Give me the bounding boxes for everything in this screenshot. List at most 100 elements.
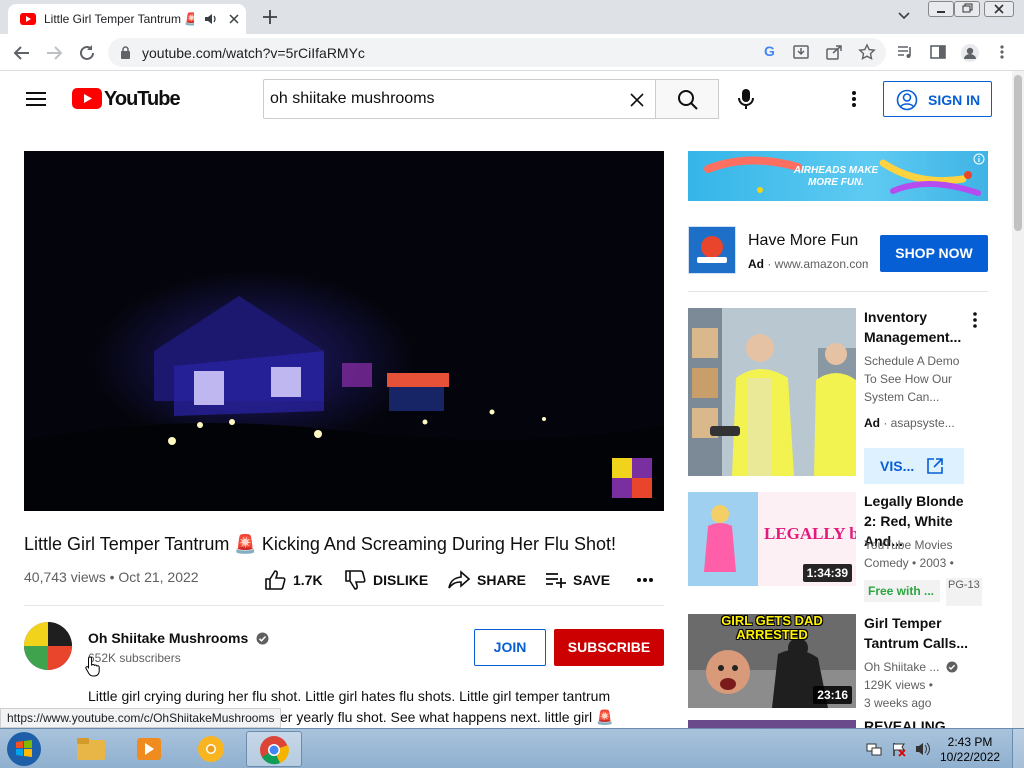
minimize-button[interactable] bbox=[928, 1, 954, 17]
share-label: SHARE bbox=[477, 572, 527, 588]
rec-thumbnail[interactable]: LEGALLY blonde 2 1:34:39 bbox=[688, 492, 856, 586]
browser-tab-strip: Little Girl Temper Tantrum 🚨 Kicking And… bbox=[0, 0, 1024, 34]
taskbar-chrome[interactable] bbox=[246, 731, 302, 767]
google-icon[interactable]: G bbox=[762, 43, 778, 59]
video-meta: 40,743 views • Oct 21, 2022 bbox=[24, 569, 199, 585]
search-button[interactable] bbox=[655, 79, 719, 119]
windows-taskbar: 2:43 PM 10/22/2022 bbox=[0, 728, 1024, 768]
rec-views: 129K views • bbox=[864, 678, 933, 692]
action-center-flag-icon[interactable] bbox=[891, 741, 907, 757]
dislike-button[interactable]: DISLIKE bbox=[344, 570, 434, 590]
show-desktop-button[interactable] bbox=[1012, 729, 1024, 768]
shop-now-button[interactable]: SHOP NOW bbox=[880, 235, 988, 272]
status-bar-url: https://www.youtube.com/c/OhShiitakeMush… bbox=[0, 708, 282, 728]
rec-title[interactable]: Girl Temper Tantrum Calls... bbox=[864, 613, 979, 653]
clock-date: 10/22/2022 bbox=[940, 750, 1001, 764]
reload-icon[interactable] bbox=[77, 43, 97, 63]
tab-close-icon[interactable] bbox=[228, 13, 240, 25]
search-box[interactable] bbox=[263, 79, 656, 119]
window-close-button[interactable] bbox=[984, 1, 1014, 17]
chevron-down-icon[interactable] bbox=[897, 10, 911, 22]
clear-search-icon[interactable] bbox=[630, 93, 644, 107]
speaker-icon[interactable] bbox=[204, 13, 218, 25]
youtube-logo[interactable]: YouTube bbox=[72, 88, 181, 110]
rec-advertiser: asapsyste... bbox=[890, 416, 955, 430]
microphone-icon[interactable] bbox=[738, 88, 754, 110]
ad-info-icon[interactable] bbox=[973, 153, 985, 165]
profile-avatar-icon[interactable] bbox=[960, 43, 980, 63]
add-to-playlist-icon bbox=[546, 573, 566, 588]
rec-thumbnail[interactable] bbox=[688, 720, 856, 728]
forward-arrow-icon[interactable] bbox=[44, 43, 64, 63]
ad-label: Ad bbox=[748, 257, 764, 271]
rec-channel[interactable]: Oh Shiitake ... bbox=[864, 658, 958, 676]
side-panel-icon[interactable] bbox=[929, 43, 947, 61]
browser-tab[interactable]: Little Girl Temper Tantrum 🚨 Kicking And… bbox=[8, 4, 246, 34]
ad-title: Have More Fun bbox=[748, 232, 859, 249]
bookmark-star-icon[interactable] bbox=[858, 43, 876, 61]
subscribe-button[interactable]: SUBSCRIBE bbox=[554, 629, 664, 666]
taskbar-clock[interactable]: 2:43 PM 10/22/2022 bbox=[940, 735, 1000, 765]
rec-thumbnail[interactable]: GIRL GETS DAD ARRESTED 23:16 bbox=[688, 614, 856, 708]
ad-banner-text: AIRHEADS MAKE MORE FUN. bbox=[793, 165, 879, 188]
taskbar-chrome-canary[interactable] bbox=[184, 731, 240, 767]
thumbnail-caption: GIRL GETS DAD ARRESTED bbox=[721, 614, 823, 642]
verified-check-icon bbox=[946, 661, 958, 673]
page-scrollbar[interactable] bbox=[1012, 71, 1024, 728]
channel-name[interactable]: Oh Shiitake Mushrooms bbox=[88, 630, 269, 646]
search-input[interactable] bbox=[270, 86, 610, 112]
search-icon bbox=[678, 90, 698, 110]
free-with-ads-badge: Free with ... bbox=[864, 580, 940, 602]
poster-title: LEGALLY blonde 2 bbox=[764, 524, 856, 543]
back-arrow-icon[interactable] bbox=[12, 43, 32, 63]
start-button[interactable] bbox=[4, 730, 46, 768]
sidebar-ad-banner[interactable]: AIRHEADS MAKE MORE FUN. bbox=[688, 151, 988, 201]
more-actions-icon[interactable] bbox=[636, 577, 654, 583]
verified-check-icon bbox=[256, 632, 269, 645]
like-button[interactable]: 1.7K bbox=[264, 570, 326, 590]
visit-site-button[interactable]: VIS... bbox=[864, 448, 964, 484]
channel-avatar[interactable] bbox=[24, 622, 72, 670]
rec-title[interactable]: Inventory Management... bbox=[864, 307, 979, 347]
youtube-logo-icon bbox=[72, 88, 102, 109]
volume-icon[interactable] bbox=[915, 741, 931, 757]
rec-meta-line: To See How Our bbox=[864, 372, 953, 386]
video-player[interactable] bbox=[24, 151, 664, 511]
taskbar-media-player[interactable] bbox=[122, 731, 178, 767]
new-tab-icon[interactable] bbox=[260, 7, 280, 27]
share-page-icon[interactable] bbox=[825, 43, 843, 61]
video-title: Little Girl Temper Tantrum 🚨 Kicking And… bbox=[24, 534, 616, 554]
chrome-icon bbox=[260, 736, 289, 765]
account-icon bbox=[896, 89, 918, 111]
sign-in-button[interactable]: SIGN IN bbox=[883, 81, 992, 117]
like-count: 1.7K bbox=[293, 572, 323, 588]
rec-ad-label: Ad bbox=[864, 416, 880, 430]
browser-toolbar: youtube.com/watch?v=5rCiIfaRMYc G bbox=[0, 34, 1024, 71]
media-control-icon[interactable] bbox=[896, 43, 914, 61]
share-button[interactable]: SHARE bbox=[448, 570, 528, 590]
rec-channel-name: Oh Shiitake ... bbox=[864, 660, 940, 674]
advertiser-logo bbox=[688, 226, 736, 274]
save-button[interactable]: SAVE bbox=[545, 570, 615, 590]
settings-more-icon[interactable] bbox=[851, 90, 857, 108]
ad-domain: www.amazon.com bbox=[774, 257, 868, 271]
visit-site-label: VIS... bbox=[880, 458, 915, 474]
rec-thumbnail[interactable] bbox=[688, 308, 856, 476]
network-icon[interactable] bbox=[866, 741, 882, 757]
windows-logo-icon bbox=[7, 732, 41, 766]
install-app-icon[interactable] bbox=[792, 43, 810, 61]
rec-meta-line: System Can... bbox=[864, 390, 940, 404]
restore-button[interactable] bbox=[954, 1, 980, 17]
browser-menu-icon[interactable] bbox=[998, 43, 1006, 61]
video-frame bbox=[24, 151, 664, 511]
rec-more-icon[interactable] bbox=[972, 312, 978, 328]
join-button[interactable]: JOIN bbox=[474, 629, 546, 666]
channel-name-text: Oh Shiitake Mushrooms bbox=[88, 630, 249, 646]
hamburger-menu-icon[interactable] bbox=[26, 91, 46, 107]
taskbar-explorer[interactable] bbox=[64, 731, 120, 767]
scrollbar-thumb[interactable] bbox=[1014, 75, 1022, 231]
rec-meta-line: Comedy • 2003 • bbox=[864, 556, 954, 570]
sign-in-label: SIGN IN bbox=[928, 92, 981, 108]
rec-title[interactable]: REVEALING MY... bbox=[864, 718, 979, 728]
warehouse-worker-image bbox=[688, 308, 856, 476]
